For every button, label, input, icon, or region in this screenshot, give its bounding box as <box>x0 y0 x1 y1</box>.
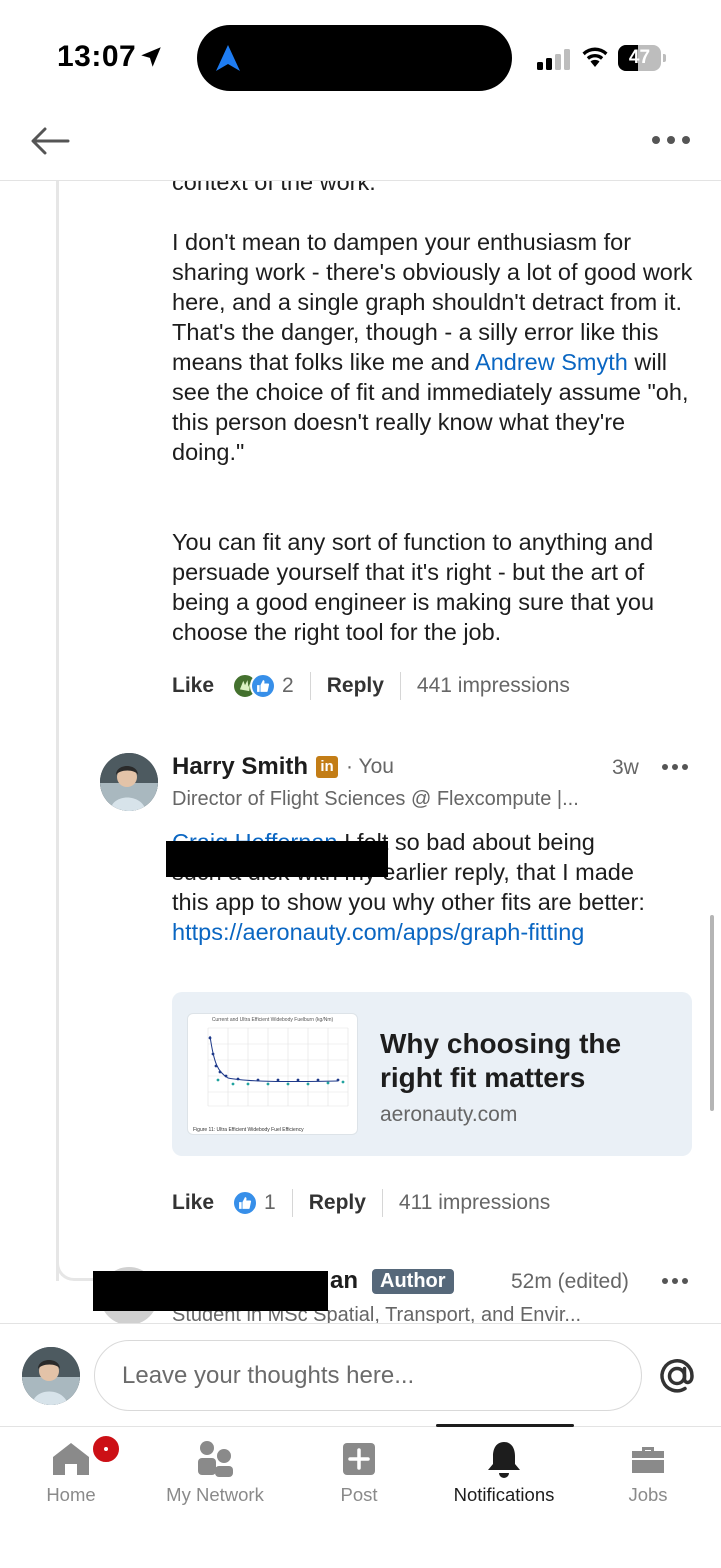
reactions[interactable] <box>232 673 277 699</box>
comment-time: 3w <box>612 756 639 779</box>
network-icon <box>198 1441 233 1477</box>
comment-more-icon[interactable] <box>662 763 688 771</box>
clock: 13:07 <box>57 40 137 73</box>
nav-my-network[interactable]: My Network <box>150 1427 280 1527</box>
nav-label: Home <box>46 1484 96 1505</box>
nav-label: My Network <box>166 1484 264 1505</box>
bell-icon <box>488 1442 520 1478</box>
comment-more-icon[interactable] <box>662 1277 688 1285</box>
briefcase-icon <box>632 1447 664 1473</box>
like-button[interactable]: Like <box>172 674 214 698</box>
top-bar <box>0 110 721 181</box>
nav-post[interactable]: Post <box>294 1427 424 1527</box>
you-label: · You <box>346 755 394 778</box>
link-card-domain: aeronauty.com <box>380 1103 518 1126</box>
plus-square-icon <box>343 1443 375 1475</box>
comment-paragraph: You can fit any sort of function to anyt… <box>172 529 655 645</box>
reaction-count[interactable]: 2 <box>282 674 294 698</box>
battery-indicator: 47 <box>618 45 666 71</box>
author-badge: Author <box>372 1268 454 1294</box>
comment-paragraph: I don't mean to dampen your enthusiasm f… <box>172 229 693 465</box>
comment-composer <box>0 1323 721 1426</box>
redaction-box <box>93 1271 328 1311</box>
comment-input[interactable] <box>94 1340 642 1411</box>
avatar[interactable] <box>100 753 158 811</box>
comment-actions: Like 2 Reply 441 impressions <box>172 669 570 703</box>
author-name[interactable]: an <box>330 1267 358 1295</box>
url-link[interactable]: https://aeronauty.com/apps/graph-fitting <box>172 919 584 945</box>
nav-home[interactable]: Home <box>6 1427 136 1527</box>
link-thumbnail: Current and Ultra Efficient Widebody Fue… <box>187 1013 358 1135</box>
reaction-count[interactable]: 1 <box>264 1191 276 1215</box>
premium-badge-icon: in <box>316 756 339 778</box>
link-card-title[interactable]: Why choosing the right fit matters <box>380 1027 680 1095</box>
comment-text-cutoff: context of the work. <box>172 181 376 195</box>
comment-time: 52m (edited) <box>511 1270 629 1293</box>
reply-button[interactable]: Reply <box>309 1191 366 1215</box>
dynamic-island <box>197 25 512 91</box>
impressions-count: 441 impressions <box>416 674 570 697</box>
status-bar: 13:07 47 <box>0 0 721 110</box>
notification-badge <box>90 1433 122 1465</box>
bottom-navigation: Home My Network Post Notifications Jobs <box>0 1424 721 1568</box>
at-sign-icon[interactable] <box>656 1355 698 1397</box>
impressions-count: 411 impressions <box>398 1191 551 1214</box>
nav-notifications[interactable]: Notifications <box>439 1427 569 1527</box>
scrollbar[interactable] <box>710 915 714 1111</box>
battery-percent: 47 <box>628 47 651 68</box>
like-reaction-icon <box>232 1190 259 1216</box>
nav-label: Notifications <box>453 1484 555 1505</box>
back-arrow-icon[interactable] <box>28 124 72 158</box>
like-reaction-icon <box>250 673 277 699</box>
mention-link[interactable]: Andrew Smyth <box>475 349 628 375</box>
link-preview-card[interactable]: Current and Ultra Efficient Widebody Fue… <box>172 992 692 1156</box>
location-arrow-icon <box>141 47 161 67</box>
nav-jobs[interactable]: Jobs <box>583 1427 713 1527</box>
home-icon <box>53 1443 89 1475</box>
my-avatar[interactable] <box>22 1347 80 1405</box>
thread-connector <box>56 1241 96 1281</box>
reply-button[interactable]: Reply <box>327 674 384 698</box>
thumbnail-chart <box>207 1027 349 1107</box>
like-button[interactable]: Like <box>172 1191 214 1215</box>
more-options-icon[interactable] <box>651 132 691 148</box>
author-name[interactable]: Harry Smith <box>172 753 308 781</box>
comment-author-line: Harry Smith in · You <box>172 753 394 781</box>
redaction-box <box>166 841 388 877</box>
reactions[interactable] <box>232 1190 259 1216</box>
comment-actions: Like 1 Reply 411 impressions <box>172 1186 550 1220</box>
cellular-signal-icon <box>537 48 571 70</box>
comments-feed[interactable]: context of the work. I don't mean to dam… <box>0 181 721 1323</box>
navigation-app-icon <box>216 45 240 71</box>
thread-line <box>56 181 59 1281</box>
author-headline: Director of Flight Sciences @ Flexcomput… <box>172 788 579 810</box>
nav-label: Post <box>340 1484 378 1505</box>
comment-author-line: an Author <box>330 1267 454 1295</box>
thumbnail-caption: Figure 11: Ultra Efficient Widebody Fuel… <box>193 1127 304 1133</box>
nav-label: Jobs <box>628 1484 668 1505</box>
wifi-icon <box>582 47 608 67</box>
